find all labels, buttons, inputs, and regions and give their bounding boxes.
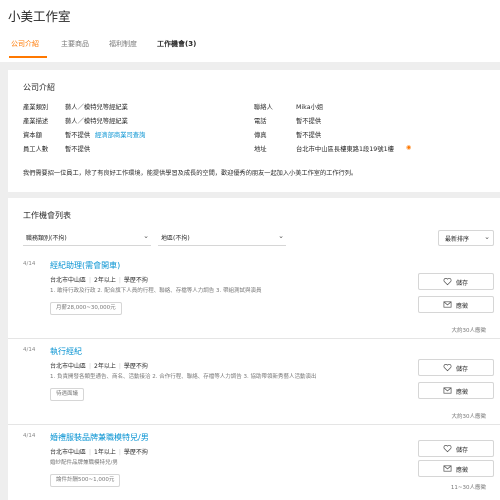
job-item: 4/14 經紀助理(需會開車) 台北市中山區 | 2年以上 | 學歷不拘 1. 敢待行政… bbox=[8, 256, 500, 340]
chevron-down-icon: ⌄ bbox=[484, 233, 490, 241]
contact-value: Mika小姐 bbox=[296, 104, 324, 111]
applicant-count: 大約30人應徵 bbox=[451, 328, 487, 334]
job-item: 4/14 婚禮服裝品牌兼職模特兒/男 台北市中山區 | 1年以上 | 學歷不拘 婚紗配件… bbox=[8, 428, 500, 500]
heart-icon bbox=[443, 444, 452, 453]
job-list-title: 工作機會列表 bbox=[23, 211, 71, 220]
heart-icon bbox=[443, 363, 452, 372]
mail-icon bbox=[443, 301, 452, 308]
save-job-button[interactable]: 儲存 bbox=[418, 359, 494, 376]
phone-value: 暫不提供 bbox=[296, 118, 322, 125]
save-job-label: 儲存 bbox=[456, 366, 469, 373]
company-name: 小美工作室 bbox=[8, 9, 71, 24]
apply-job-button[interactable]: 應徵 bbox=[418, 382, 494, 399]
job-location: 台北市中山區 bbox=[50, 277, 87, 284]
job-description: 1. 敢待行政及行政 2. 配合旗下人員的行程、聯絡、存檔等人力調告 3. 帶組… bbox=[50, 288, 262, 294]
company-header: 小美工作室 公司介紹 主要商品 福利制度 工作機會(3) bbox=[0, 0, 500, 62]
industry-desc-label: 產業描述 bbox=[23, 118, 49, 125]
job-experience: 1年以上 bbox=[94, 449, 116, 456]
tab-company-intro[interactable]: 公司介紹 bbox=[11, 39, 39, 49]
address-label: 地址 bbox=[254, 146, 267, 153]
apply-job-label: 應徵 bbox=[456, 389, 469, 396]
location-filter[interactable]: 地區(不拘) ⌄ bbox=[158, 230, 286, 246]
location-filter-label: 地區(不拘) bbox=[161, 235, 190, 242]
job-divider bbox=[8, 338, 500, 339]
job-divider bbox=[8, 424, 500, 425]
tab-bar: 公司介紹 主要商品 福利制度 工作機會(3) bbox=[0, 36, 500, 62]
industry-label: 產業類別 bbox=[23, 104, 49, 111]
apply-job-button[interactable]: 應徵 bbox=[418, 460, 494, 477]
industry-desc-value: 藝人／模特兒等經紀業 bbox=[65, 118, 128, 125]
save-job-label: 儲存 bbox=[456, 280, 469, 287]
tab-benefits[interactable]: 福利制度 bbox=[109, 39, 137, 49]
save-job-button[interactable]: 儲存 bbox=[418, 440, 494, 457]
employees-label: 員工人數 bbox=[23, 146, 49, 153]
sort-select-label: 最新排序 bbox=[445, 236, 470, 243]
job-salary-tag: 論件計酬500~1,000元 bbox=[50, 474, 121, 487]
company-description: 我們需要招一位員工，除了有良好工作環境，能提供學習及成長的空間，歡迎優秀的朋友一… bbox=[23, 170, 358, 177]
active-tab-indicator bbox=[9, 56, 47, 58]
contact-label: 聯絡人 bbox=[254, 104, 273, 111]
fax-label: 傳真 bbox=[254, 132, 267, 139]
job-title-link[interactable]: 經紀助理(需會開車) bbox=[50, 260, 120, 271]
industry-value: 藝人／模特兒等經紀業 bbox=[65, 104, 128, 111]
tab-products[interactable]: 主要商品 bbox=[61, 39, 89, 49]
job-title-link[interactable]: 執行經紀 bbox=[50, 346, 82, 357]
chevron-down-icon: ⌄ bbox=[143, 232, 149, 240]
job-date: 4/14 bbox=[23, 261, 36, 267]
job-location: 台北市中山區 bbox=[50, 449, 87, 456]
job-meta: 台北市中山區 | 2年以上 | 學歷不拘 bbox=[50, 277, 148, 284]
job-education: 學歷不拘 bbox=[123, 449, 148, 456]
job-education: 學歷不拘 bbox=[123, 277, 148, 284]
apply-job-label: 應徵 bbox=[456, 467, 469, 474]
tab-jobs[interactable]: 工作機會(3) bbox=[157, 39, 196, 49]
address-value: 台北市中山區長樓東路1段19號1樓 bbox=[296, 146, 394, 153]
applicant-count: 11~30人應徵 bbox=[450, 485, 486, 491]
phone-label: 電話 bbox=[254, 118, 267, 125]
job-description: 1. 負責開發各類型通告、商名、活動接洽 2. 合作行程、聯絡、存檔等人力調告 … bbox=[50, 374, 317, 380]
mail-icon bbox=[443, 465, 452, 472]
apply-job-button[interactable]: 應徵 bbox=[418, 296, 494, 313]
job-salary-tag: 待遇面議 bbox=[50, 388, 85, 401]
map-pin-icon[interactable]: ◉ bbox=[406, 144, 411, 151]
heart-icon bbox=[443, 277, 452, 286]
job-education: 學歷不拘 bbox=[123, 363, 148, 370]
job-date: 4/14 bbox=[23, 433, 36, 439]
intro-title: 公司介紹 bbox=[23, 83, 55, 92]
chevron-down-icon: ⌄ bbox=[278, 232, 284, 240]
job-experience: 2年以上 bbox=[94, 277, 116, 284]
job-category-filter-label: 職務類別(不拘) bbox=[26, 235, 67, 242]
save-job-label: 儲存 bbox=[456, 447, 469, 454]
job-date: 4/14 bbox=[23, 347, 36, 353]
job-meta: 台北市中山區 | 1年以上 | 學歷不拘 bbox=[50, 449, 148, 456]
job-title-link[interactable]: 婚禮服裝品牌兼職模特兒/男 bbox=[50, 432, 149, 443]
apply-job-label: 應徵 bbox=[456, 303, 469, 310]
sort-select[interactable]: 最新排序 ⌄ bbox=[438, 230, 494, 246]
capital-label: 資本額 bbox=[23, 132, 42, 139]
job-location: 台北市中山區 bbox=[50, 363, 87, 370]
company-intro-section: 公司介紹 產業類別 藝人／模特兒等經紀業 產業描述 藝人／模特兒等經紀業 資本額… bbox=[8, 70, 500, 192]
job-salary-tag: 月薪28,000~30,000元 bbox=[50, 302, 122, 315]
employees-value: 暫不提供 bbox=[65, 146, 91, 153]
fax-value: 暫不提供 bbox=[296, 132, 322, 139]
job-category-filter[interactable]: 職務類別(不拘) ⌄ bbox=[23, 230, 151, 246]
mail-icon bbox=[443, 387, 452, 394]
save-job-button[interactable]: 儲存 bbox=[418, 273, 494, 290]
job-item: 4/14 執行經紀 台北市中山區 | 2年以上 | 學歷不拘 1. 負責開發各類型通告、… bbox=[8, 342, 500, 426]
capital-lookup-link[interactable]: 經濟部商業司查詢 bbox=[95, 130, 145, 139]
capital-value: 暫不提供 bbox=[65, 132, 91, 139]
job-meta: 台北市中山區 | 2年以上 | 學歷不拘 bbox=[50, 363, 148, 370]
job-list-section: 工作機會列表 職務類別(不拘) ⌄ 地區(不拘) ⌄ 最新排序 ⌄ 4/14 經… bbox=[8, 198, 500, 500]
job-description: 婚紗配件品牌兼職模特兒/男 bbox=[50, 460, 118, 466]
applicant-count: 大約30人應徵 bbox=[451, 414, 487, 420]
job-experience: 2年以上 bbox=[94, 363, 116, 370]
